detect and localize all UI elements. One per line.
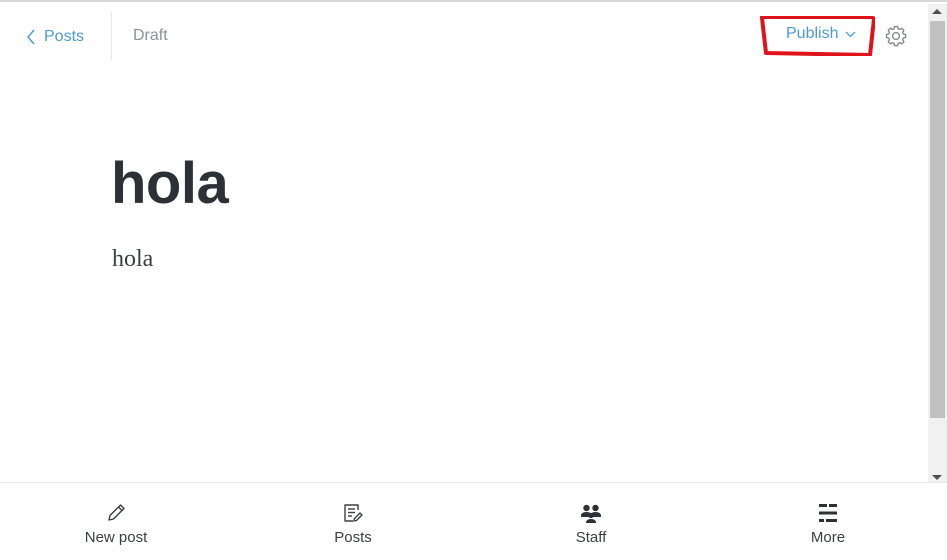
nav-item-new-post[interactable]: New post (36, 483, 196, 560)
header-divider (111, 12, 112, 60)
scrollbar-thumb[interactable] (930, 21, 945, 418)
people-icon (579, 502, 603, 524)
scroll-down-arrow-icon[interactable] (932, 475, 942, 480)
scroll-up-arrow-icon[interactable] (932, 9, 942, 14)
nav-label-staff: Staff (575, 529, 607, 546)
nav-label-posts: Posts (334, 529, 372, 546)
nav-label-more: More (810, 529, 846, 546)
document-icon (342, 502, 364, 524)
chevron-down-icon (845, 25, 856, 43)
vertical-scrollbar[interactable] (928, 4, 947, 484)
pencil-icon (105, 502, 127, 524)
publish-dropdown-button[interactable]: Publish (786, 25, 856, 43)
menu-bars-icon (817, 502, 839, 524)
publish-label: Publish (786, 25, 839, 42)
chevron-left-icon (26, 29, 36, 45)
nav-item-posts[interactable]: Posts (273, 483, 433, 560)
bottom-navigation: New post Posts Staff More (0, 482, 947, 559)
post-title[interactable]: hola (111, 150, 229, 217)
settings-gear-icon[interactable] (884, 24, 908, 48)
editor-header: Posts Draft Publish (0, 4, 928, 66)
post-body[interactable]: hola (112, 246, 153, 273)
back-to-posts-link[interactable]: Posts (26, 24, 84, 50)
nav-label-new-post: New post (84, 529, 148, 546)
nav-item-staff[interactable]: Staff (511, 483, 671, 560)
back-link-label: Posts (44, 28, 85, 45)
nav-item-more[interactable]: More (748, 483, 908, 560)
editor-window: Posts Draft Publish hola hola New post P… (0, 0, 947, 559)
post-status: Draft (133, 27, 168, 44)
